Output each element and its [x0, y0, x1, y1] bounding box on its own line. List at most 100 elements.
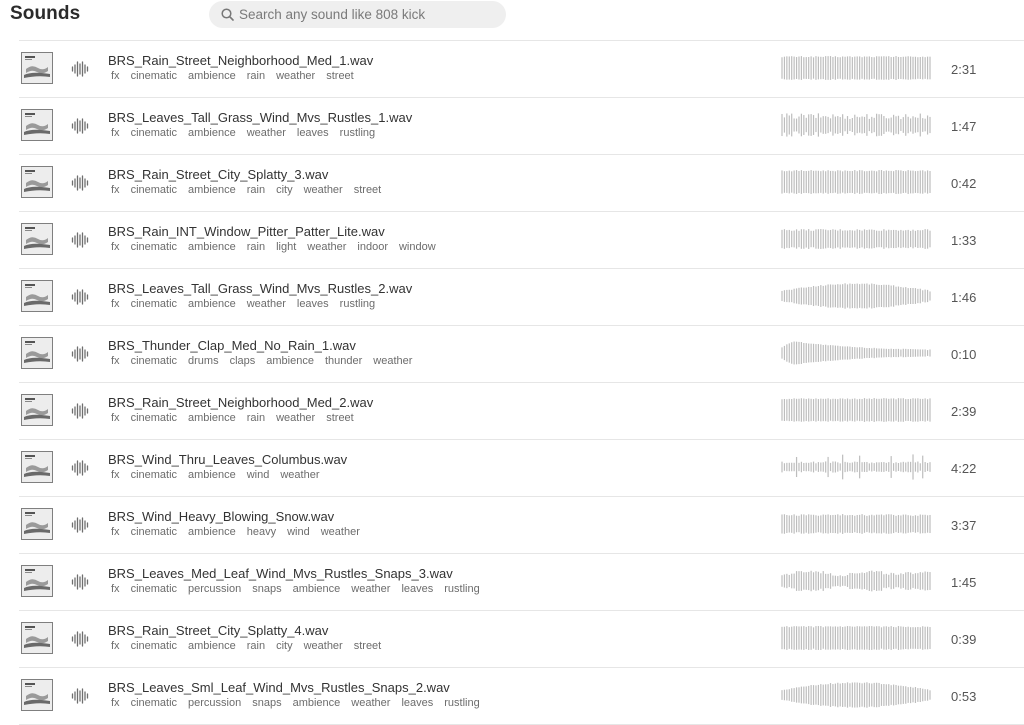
pack-artwork-thumbnail[interactable] — [21, 223, 53, 255]
sound-name[interactable]: BRS_Rain_Street_City_Splatty_3.wav — [108, 167, 328, 182]
tag[interactable]: cinematic — [128, 355, 177, 367]
tag[interactable]: cinematic — [128, 640, 177, 652]
tag[interactable]: fx — [108, 697, 120, 709]
pack-artwork-thumbnail[interactable] — [21, 679, 53, 711]
tag[interactable]: leaves — [294, 127, 329, 139]
tag[interactable]: street — [323, 412, 354, 424]
sound-row[interactable]: BRS_Rain_Street_City_Splatty_4.wav fx cine… — [19, 611, 1024, 668]
waveform-icon[interactable] — [71, 175, 89, 191]
tag[interactable]: rustling — [337, 127, 375, 139]
tag[interactable]: weather — [348, 697, 390, 709]
tag[interactable]: wind — [284, 526, 310, 538]
pack-artwork-thumbnail[interactable] — [21, 337, 53, 369]
tag[interactable]: rain — [244, 412, 265, 424]
tag[interactable]: weather — [244, 298, 286, 310]
pack-artwork-thumbnail[interactable] — [21, 565, 53, 597]
sound-row[interactable]: BRS_Rain_Street_Neighborhood_Med_1.wav fx… — [19, 41, 1024, 98]
tag[interactable]: weather — [273, 70, 315, 82]
tag[interactable]: street — [351, 640, 382, 652]
tag[interactable]: ambience — [290, 697, 341, 709]
sound-name[interactable]: BRS_Leaves_Med_Leaf_Wind_Mvs_Rustles_Sna… — [108, 566, 453, 581]
tag[interactable]: city — [273, 640, 293, 652]
pack-artwork-thumbnail[interactable] — [21, 280, 53, 312]
tag[interactable]: ambience — [185, 412, 236, 424]
waveform-preview[interactable] — [781, 681, 931, 709]
tag[interactable]: fx — [108, 412, 120, 424]
tag[interactable]: street — [323, 70, 354, 82]
pack-artwork-thumbnail[interactable] — [21, 622, 53, 654]
tag[interactable]: claps — [227, 355, 256, 367]
tag[interactable]: fx — [108, 583, 120, 595]
tag[interactable]: snaps — [249, 697, 281, 709]
waveform-preview[interactable] — [781, 225, 931, 253]
waveform-preview[interactable] — [781, 339, 931, 367]
waveform-icon[interactable] — [71, 346, 89, 362]
tag[interactable]: ambience — [185, 184, 236, 196]
search-input[interactable] — [239, 1, 494, 28]
waveform-preview[interactable] — [781, 282, 931, 310]
waveform-icon[interactable] — [71, 118, 89, 134]
tag[interactable]: cinematic — [128, 526, 177, 538]
sound-name[interactable]: BRS_Leaves_Tall_Grass_Wind_Mvs_Rustles_1… — [108, 110, 412, 125]
sound-row[interactable]: BRS_Wind_Thru_Leaves_Columbus.wav fx cinem… — [19, 440, 1024, 497]
tag[interactable]: cinematic — [128, 241, 177, 253]
tag[interactable]: rain — [244, 184, 265, 196]
tag[interactable]: ambience — [263, 355, 314, 367]
waveform-icon[interactable] — [71, 688, 89, 704]
sound-name[interactable]: BRS_Thunder_Clap_Med_No_Rain_1.wav — [108, 338, 356, 353]
sound-name[interactable]: BRS_Leaves_Tall_Grass_Wind_Mvs_Rustles_2… — [108, 281, 412, 296]
waveform-preview[interactable] — [781, 168, 931, 196]
waveform-preview[interactable] — [781, 510, 931, 538]
tag[interactable]: fx — [108, 127, 120, 139]
tag[interactable]: fx — [108, 640, 120, 652]
tag[interactable]: rustling — [441, 697, 479, 709]
tag[interactable]: leaves — [398, 697, 433, 709]
tag[interactable]: cinematic — [128, 127, 177, 139]
tag[interactable]: rain — [244, 70, 265, 82]
sound-name[interactable]: BRS_Leaves_Sml_Leaf_Wind_Mvs_Rustles_Sna… — [108, 680, 450, 695]
pack-artwork-thumbnail[interactable] — [21, 451, 53, 483]
tag[interactable]: heavy — [244, 526, 276, 538]
waveform-icon[interactable] — [71, 631, 89, 647]
tag[interactable]: fx — [108, 298, 120, 310]
tag[interactable]: fx — [108, 241, 120, 253]
tag[interactable]: rain — [244, 640, 265, 652]
tag[interactable]: cinematic — [128, 412, 177, 424]
tag[interactable]: ambience — [290, 583, 341, 595]
tag[interactable]: weather — [370, 355, 412, 367]
pack-artwork-thumbnail[interactable] — [21, 109, 53, 141]
tag[interactable]: indoor — [354, 241, 388, 253]
waveform-icon[interactable] — [71, 574, 89, 590]
tag[interactable]: wind — [244, 469, 270, 481]
tag[interactable]: weather — [348, 583, 390, 595]
tag[interactable]: fx — [108, 469, 120, 481]
tag[interactable]: rustling — [337, 298, 375, 310]
tag[interactable]: ambience — [185, 526, 236, 538]
sound-name[interactable]: BRS_Rain_Street_Neighborhood_Med_2.wav — [108, 395, 373, 410]
tag[interactable]: ambience — [185, 469, 236, 481]
tag[interactable]: percussion — [185, 583, 241, 595]
tag[interactable]: weather — [301, 640, 343, 652]
tag[interactable]: rain — [244, 241, 265, 253]
tag[interactable]: fx — [108, 70, 120, 82]
waveform-preview[interactable] — [781, 111, 931, 139]
tag[interactable]: drums — [185, 355, 219, 367]
waveform-preview[interactable] — [781, 567, 931, 595]
sound-row[interactable]: BRS_Leaves_Tall_Grass_Wind_Mvs_Rustles_1… — [19, 98, 1024, 155]
tag[interactable]: weather — [273, 412, 315, 424]
sound-row[interactable]: BRS_Leaves_Med_Leaf_Wind_Mvs_Rustles_Sna… — [19, 554, 1024, 611]
tag[interactable]: cinematic — [128, 583, 177, 595]
waveform-icon[interactable] — [71, 460, 89, 476]
tag[interactable]: cinematic — [128, 70, 177, 82]
tag[interactable]: ambience — [185, 640, 236, 652]
tag[interactable]: weather — [318, 526, 360, 538]
tag[interactable]: weather — [244, 127, 286, 139]
tag[interactable]: weather — [304, 241, 346, 253]
waveform-preview[interactable] — [781, 396, 931, 424]
tag[interactable]: ambience — [185, 241, 236, 253]
pack-artwork-thumbnail[interactable] — [21, 394, 53, 426]
sound-name[interactable]: BRS_Wind_Heavy_Blowing_Snow.wav — [108, 509, 334, 524]
sound-row[interactable]: BRS_Leaves_Tall_Grass_Wind_Mvs_Rustles_2… — [19, 269, 1024, 326]
pack-artwork-thumbnail[interactable] — [21, 166, 53, 198]
tag[interactable]: percussion — [185, 697, 241, 709]
